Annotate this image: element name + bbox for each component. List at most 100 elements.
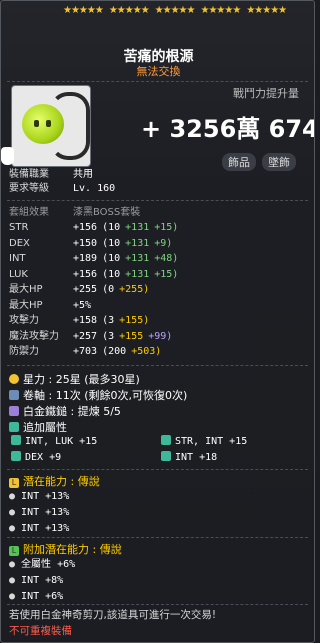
divider [7,604,308,605]
footer-trade-note: 若使用白金神奇剪刀,該道具可進行一次交易! [9,609,217,621]
stat-row: 最大HP +255 (0 +255) [9,283,154,296]
extra-right: INT +18 [175,452,218,463]
extra-row-2: DEX +9 [11,451,61,464]
extra-label: 追加屬性 [23,421,67,434]
stat-total: +156 [73,222,98,233]
star-group-4: ★★★★★ [200,5,241,16]
extra-stat-icon [161,451,171,461]
legendary-badge-icon: L [9,546,19,556]
eye-icon [46,120,51,127]
stat-total: +158 [73,315,98,326]
stat-extra: +48) [154,253,179,264]
star-force-row: 星力 : 25星 (最多30星) [9,371,140,387]
extra-row-1-right: STR, INT +15 [161,435,247,448]
extra-row-1: INT, LUK +15 [11,435,97,448]
job-value: 共用 [73,169,93,180]
potential-line: ● INT +13% [9,491,70,502]
stat-row: LUK +156 (10 +131 +15) [9,268,178,281]
item-subtitle: 無法交換 [136,65,181,78]
stat-bonus: +255) [119,284,150,295]
divider [7,81,308,82]
extra-stat-icon [9,422,19,432]
stat-name: 魔法攻擊力 [9,330,59,342]
level-label: 要求等級 [9,183,49,194]
stat-name: INT [9,253,26,264]
bonus-line: ● INT +6% [9,591,64,602]
item-tooltip: ★★★★★ ★★★★★ ★★★★★ ★★★★★ ★★★★★ 苦痛的根源 無法交換… [0,0,315,643]
stat-total: +156 [73,268,98,280]
set-row: 套組效果 漆黑BOSS套裝 [9,206,140,219]
stat-total: +150 [73,237,98,249]
slime-pendant-icon [22,104,64,144]
potential-line: ● INT +13% [9,523,70,534]
stat-bonus: +131 [125,268,150,280]
stat-bonus: +155 [119,330,144,342]
level-row: 要求等級 Lv. 160 [9,182,115,195]
potential-line: ● INT +13% [9,507,70,518]
stat-base: (3 [102,330,115,342]
extra-label-row: 追加屬性 [9,419,67,435]
combat-power-label: 戰鬥力提升量 [233,87,299,100]
potential-line-text: INT +13% [21,523,70,534]
legendary-badge-icon: L [9,478,19,488]
hand-cursor-icon [1,147,14,165]
bonus-line-text: INT +6% [21,591,64,602]
stat-base: (200 [102,346,127,357]
extra-right: STR, INT +15 [175,436,248,447]
bonus-potential-header: L 附加潛在能力 : 傳說 [9,541,122,557]
potential-line-text: INT +13% [21,507,70,518]
stat-row: 最大HP +5% [9,299,106,312]
potential-label: 潛在能力 : 傳說 [23,475,100,488]
stat-base: (10 [102,253,121,264]
stat-row: 魔法攻擊力 +257 (3 +155 +99) [9,330,172,343]
stat-bonus: +503) [131,346,162,357]
stat-total: +5% [73,299,92,311]
star-group-1: ★★★★★ [63,5,104,16]
divider [7,200,308,201]
job-row: 裝備職業 共用 [9,168,93,181]
bonus-line-text: 全屬性 +6% [21,559,76,570]
stat-base: (10 [102,222,121,233]
divider [7,537,308,538]
job-label: 裝備職業 [9,169,49,180]
stat-extra: +15) [154,222,179,233]
bonus-line: ● 全屬性 +6% [9,559,76,570]
extra-stat-icon [11,435,21,445]
star-group-3: ★★★★★ [154,5,196,16]
stat-name: STR [9,222,29,233]
stat-row: DEX +150 (10 +131 +9) [9,237,172,250]
stat-base: (10 [102,237,121,249]
scroll-icon [9,390,19,400]
stat-row: 攻擊力 +158 (3 +155) [9,314,154,327]
stat-total: +255 [73,284,98,295]
footer-unique-note: 不可重複裝備 [9,625,72,637]
tag-pendant: 墜飾 [262,153,296,171]
tag-accessory: 飾品 [222,153,256,171]
stat-name: 攻擊力 [9,315,39,326]
item-icon [11,85,91,167]
bonus-line-text: INT +8% [21,575,64,586]
stat-bonus: +131 [125,237,150,249]
potential-line-text: INT +13% [21,491,70,502]
stat-base: (3 [102,315,115,326]
star-text: 星力 : 25星 (最多30星) [23,373,140,386]
stat-name: 防禦力 [9,346,39,357]
stat-name: 最大HP [9,284,43,295]
extra-left: INT, LUK +15 [25,436,98,447]
stat-name: LUK [9,268,28,280]
stat-bonus: +131 [125,222,150,233]
stat-row: INT +189 (10 +131 +48) [9,252,178,265]
stat-bonus: +131 [125,253,150,264]
set-label: 套組效果 [9,207,49,218]
star-force-stars: ★★★★★ ★★★★★ ★★★★★ ★★★★★ ★★★★★ [63,5,287,17]
star-icon [9,374,19,384]
extra-row-2-right: INT +18 [161,451,217,464]
stat-base: (10 [102,268,121,280]
star-group-5: ★★★★★ [246,5,287,16]
stat-row: 防禦力 +703 (200 +503) [9,345,166,358]
stat-total: +703 [73,346,98,357]
bonus-line: ● INT +8% [9,575,64,586]
stat-extra: +15) [154,268,179,280]
stat-total: +189 [73,253,98,264]
scroll-row: 卷軸 : 11次 (剩餘0次,可恢復0次) [9,387,187,403]
